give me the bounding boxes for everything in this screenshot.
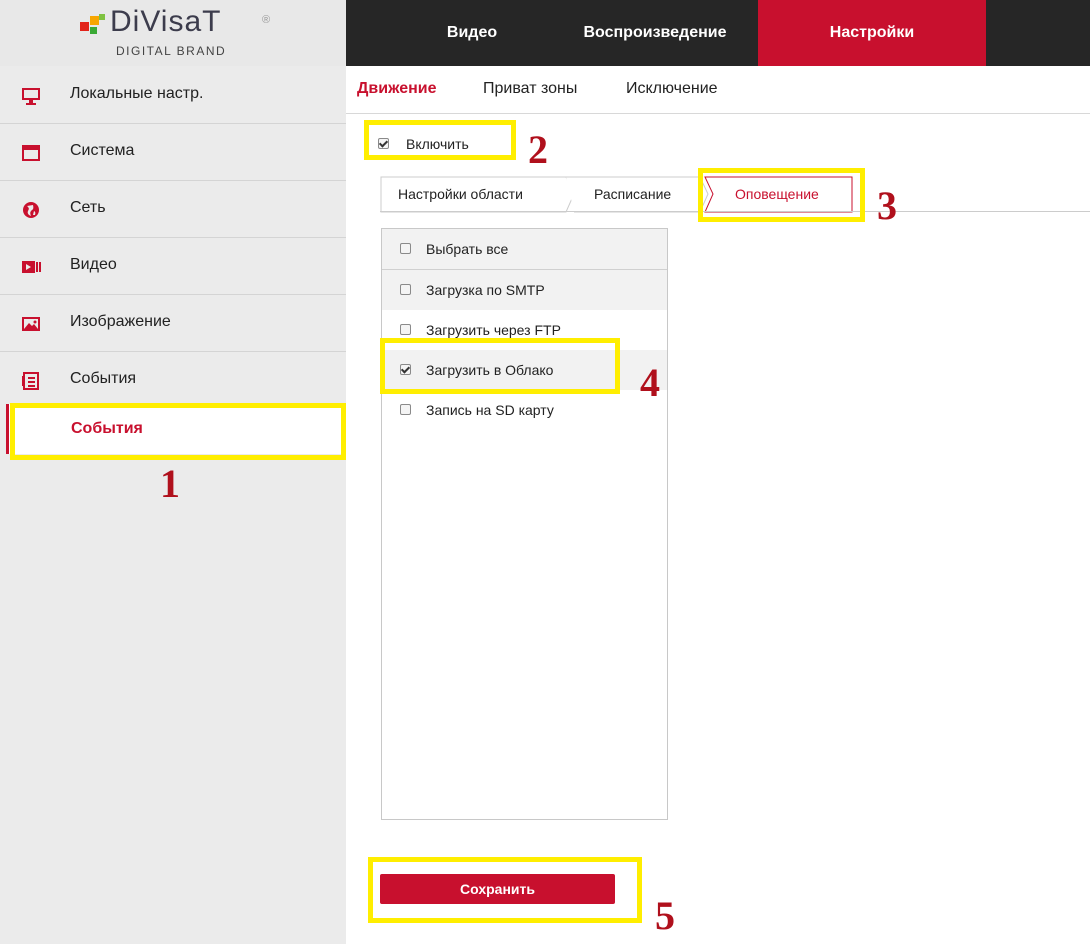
option-ftp[interactable]: Загрузить через FTP [382, 310, 667, 350]
sidebar-item-local[interactable]: Локальные настр. [0, 68, 346, 124]
subtab-motion[interactable]: Движение [357, 80, 437, 98]
video-icon [22, 261, 41, 273]
logo-brand: DiVisaT [110, 5, 222, 38]
annotation-number-1: 1 [160, 461, 180, 506]
option-smtp[interactable]: Загрузка по SMTP [382, 270, 667, 310]
sidebar-item-label: Сеть [70, 199, 106, 216]
option-checkbox[interactable] [400, 284, 411, 295]
option-checkbox[interactable] [400, 404, 411, 415]
sidebar-item-label: Локальные настр. [70, 85, 204, 102]
annotation-number-2: 2 [528, 127, 548, 172]
globe-icon [23, 202, 39, 218]
sidebar-item-label: Система [70, 142, 135, 159]
option-select-all[interactable]: Выбрать все [382, 229, 667, 270]
logo-mark-icon [80, 14, 105, 34]
option-label: Выбрать все [426, 241, 509, 257]
save-button[interactable]: Сохранить [380, 874, 615, 904]
window-icon [22, 145, 40, 161]
logo-registered: ® [262, 14, 271, 26]
tab-settings[interactable]: Настройки [758, 0, 986, 66]
subtab-exception[interactable]: Исключение [626, 80, 718, 98]
sidebar-item-label: События [70, 370, 137, 387]
events-icon [22, 372, 39, 390]
sidebar-item-image[interactable]: Изображение [0, 296, 346, 352]
monitor-icon [22, 88, 40, 105]
annotation-number-4: 4 [640, 360, 660, 405]
enable-label: Включить [406, 136, 469, 152]
logo-tagline: DIGITAL BRAND [116, 44, 227, 58]
step-area-settings[interactable]: Настройки области [398, 176, 523, 212]
sidebar-item-network[interactable]: Сеть [0, 182, 346, 238]
sidebar-item-events[interactable]: События [0, 353, 346, 409]
top-menu-bar: Видео Воспроизведение Настройки [346, 0, 1090, 66]
image-icon [22, 317, 40, 331]
notification-options-list: Выбрать все Загрузка по SMTP Загрузить ч… [381, 228, 668, 820]
option-checkbox[interactable] [400, 364, 411, 375]
sidebar-item-label: Изображение [70, 313, 171, 330]
sidebar-item-system[interactable]: Система [0, 125, 346, 181]
tab-playback[interactable]: Воспроизведение [552, 0, 758, 66]
option-checkbox[interactable] [400, 243, 411, 254]
step-schedule[interactable]: Расписание [594, 176, 671, 212]
option-cloud[interactable]: Загрузить в Облако [382, 350, 667, 390]
option-checkbox[interactable] [400, 324, 411, 335]
sidebar-item-label: Видео [70, 256, 117, 273]
sidebar-item-video[interactable]: Видео [0, 239, 346, 295]
sidebar-subitem-events[interactable]: События [6, 404, 346, 454]
logo: DiVisaT ® DIGITAL BRAND [0, 0, 346, 66]
subtab-divider [346, 113, 1090, 114]
steps-divider [380, 211, 1090, 212]
option-label: Загрузить в Облако [426, 362, 554, 378]
annotation-number-3: 3 [877, 183, 897, 228]
option-label: Загрузка по SMTP [426, 282, 545, 298]
subtab-privacy-zones[interactable]: Приват зоны [483, 80, 577, 98]
option-label: Загрузить через FTP [426, 322, 561, 338]
annotation-number-5: 5 [655, 893, 675, 938]
option-label: Запись на SD карту [426, 402, 554, 418]
option-sd-card[interactable]: Запись на SD карту [382, 390, 667, 430]
sidebar-subitem-label: События [71, 420, 143, 437]
step-notification[interactable]: Оповещение [735, 176, 819, 212]
tab-video[interactable]: Видео [392, 0, 552, 66]
enable-checkbox[interactable] [378, 138, 389, 149]
